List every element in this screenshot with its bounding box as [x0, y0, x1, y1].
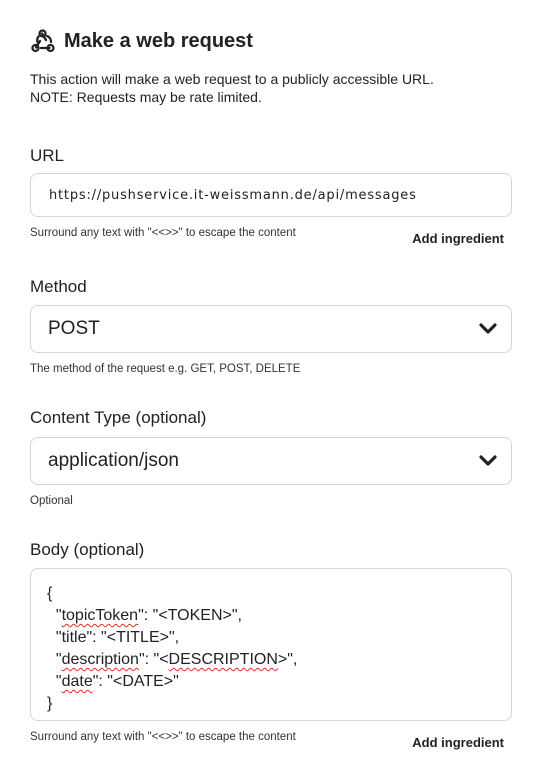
url-add-ingredient-button[interactable]: Add ingredient [412, 231, 504, 246]
body-line-open: { [47, 585, 53, 602]
webhook-icon [31, 29, 55, 53]
content-type-label: Content Type (optional) [30, 408, 207, 427]
body-line-desc-end: >", [277, 651, 298, 668]
method-label: Method [30, 277, 87, 296]
action-description: This action will make a web request to a… [30, 70, 530, 106]
body-line-desc-mid: ": "< [138, 651, 169, 668]
body-key-description: description [61, 651, 139, 668]
body-value-token: : "<TOKEN>", [143, 607, 242, 624]
description-line-1: This action will make a web request to a… [30, 71, 434, 87]
content-type-select[interactable]: application/json [30, 437, 512, 485]
action-header: Make a web request [30, 28, 253, 54]
body-value-date: ": "<DATE>" [92, 673, 179, 690]
url-label: URL [30, 146, 65, 165]
body-key-topictoken: topicToken [61, 607, 139, 624]
chevron-down-icon [479, 455, 497, 466]
body-content[interactable]: { "topicToken": "<TOKEN>", "title": "<TI… [47, 583, 495, 715]
body-key-date: date [61, 673, 93, 690]
body-line-title: "title": "<TITLE>", [55, 629, 180, 646]
page-title: Make a web request [64, 29, 253, 52]
body-hint: Surround any text with "<<>>" to escape … [30, 731, 296, 743]
url-hint: Surround any text with "<<>>" to escape … [30, 227, 296, 239]
url-input[interactable] [47, 186, 495, 204]
url-field[interactable] [30, 173, 512, 217]
method-select[interactable]: POST [30, 305, 512, 353]
chevron-down-icon [479, 323, 497, 334]
description-line-2: NOTE: Requests may be rate limited. [30, 89, 262, 105]
body-line-close: } [47, 695, 53, 712]
content-type-hint: Optional [30, 495, 73, 507]
body-add-ingredient-button[interactable]: Add ingredient [412, 735, 504, 750]
content-type-selected-value: application/json [48, 450, 179, 471]
method-hint: The method of the request e.g. GET, POST… [30, 363, 301, 375]
method-selected-value: POST [48, 318, 100, 339]
body-value-description: DESCRIPTION [168, 651, 278, 668]
body-textarea[interactable]: { "topicToken": "<TOKEN>", "title": "<TI… [30, 568, 512, 721]
body-label: Body (optional) [30, 540, 145, 559]
